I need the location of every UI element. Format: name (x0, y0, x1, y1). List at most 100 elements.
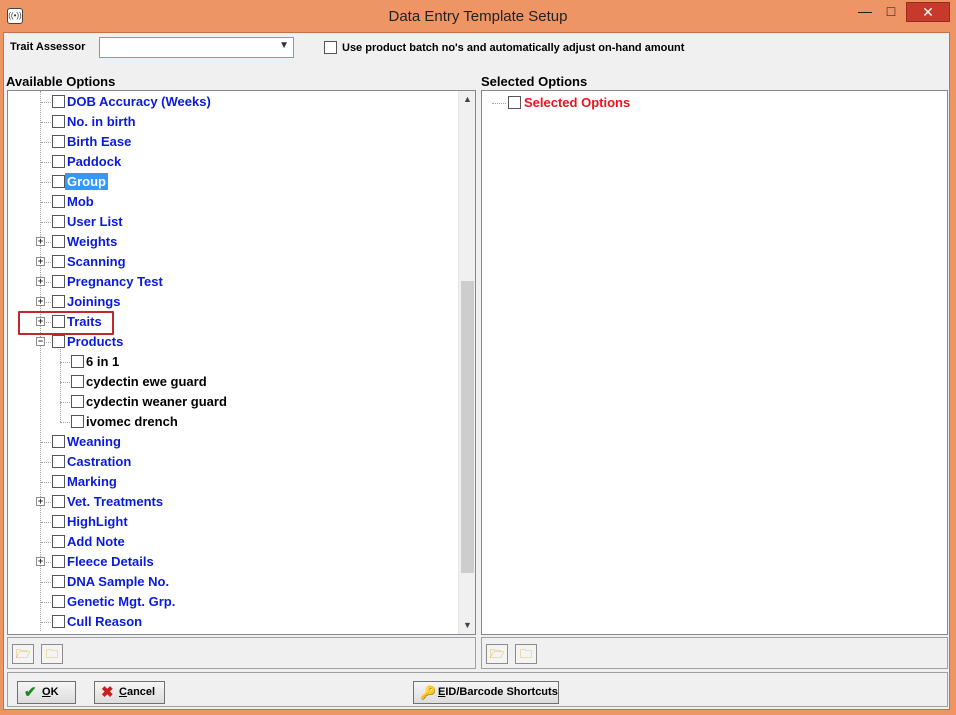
tree-item-checkbox[interactable] (52, 435, 65, 448)
tree-item-label: Genetic Mgt. Grp. (67, 594, 176, 609)
tree-child-item[interactable]: cydectin weaner guard (8, 392, 448, 412)
tree-item-checkbox[interactable] (71, 375, 84, 388)
ok-button[interactable]: ✔ OK (17, 681, 76, 704)
tree-child-item[interactable]: cydectin ewe guard (8, 372, 448, 392)
tree-item[interactable]: Add Note (8, 532, 448, 552)
tree-item-checkbox[interactable] (52, 475, 65, 488)
tree-item-checkbox[interactable] (52, 275, 65, 288)
tree-item[interactable]: User List (8, 212, 448, 232)
batch-checkbox[interactable] (324, 41, 337, 54)
folder-icon[interactable]: 🗀 (515, 644, 537, 664)
tree-item-checkbox[interactable] (52, 515, 65, 528)
scroll-thumb[interactable] (461, 281, 474, 573)
chevron-down-icon[interactable]: ▼ (279, 40, 289, 51)
tree-item[interactable]: Group (8, 172, 448, 192)
tree-item-checkbox[interactable] (52, 595, 65, 608)
tree-item[interactable]: Marking (8, 472, 448, 492)
maximize-button[interactable]: □ (878, 2, 904, 22)
tree-item-label: Weaning (67, 434, 121, 449)
selected-options-tree[interactable]: Selected Options (481, 90, 948, 635)
tree-item-checkbox[interactable] (52, 255, 65, 268)
eid-rest: ID/Barcode Shortcuts (445, 686, 558, 698)
tree-item-checkbox[interactable] (52, 155, 65, 168)
tree-item-label: Paddock (67, 154, 122, 169)
open-folder-icon[interactable]: 🗁 (486, 644, 508, 664)
tree-child-item[interactable]: 6 in 1 (8, 352, 448, 372)
open-folder-icon[interactable]: 🗁 (12, 644, 34, 664)
tree-item-checkbox[interactable] (71, 395, 84, 408)
button-bar: ✔ OK ✖ Cancel 🔑 EID/Barcode Shortcuts (7, 672, 948, 707)
tree-item-label: Marking (67, 474, 117, 489)
expand-icon[interactable]: + (36, 497, 45, 506)
tree-item[interactable]: Castration (8, 452, 448, 472)
scroll-up-icon[interactable]: ▲ (459, 91, 475, 108)
expand-icon[interactable]: + (36, 277, 45, 286)
right-toolbar: 🗁 🗀 (481, 637, 948, 669)
tree-item-checkbox[interactable] (52, 295, 65, 308)
tree-item-checkbox[interactable] (52, 555, 65, 568)
tree-item-checkbox[interactable] (52, 195, 65, 208)
cancel-button[interactable]: ✖ Cancel (94, 681, 165, 704)
tree-item-checkbox[interactable] (52, 115, 65, 128)
tree-item-label: DNA Sample No. (67, 574, 170, 589)
tree-item-checkbox[interactable] (52, 95, 65, 108)
trait-assessor-label: Trait Assessor (10, 41, 86, 53)
tree-item-label: Pregnancy Test (67, 274, 163, 289)
tree-item-checkbox[interactable] (52, 215, 65, 228)
tree-item-checkbox[interactable] (52, 455, 65, 468)
tree-item-checkbox[interactable] (52, 175, 65, 188)
scroll-down-icon[interactable]: ▼ (459, 617, 475, 634)
tree-item[interactable]: Genetic Mgt. Grp. (8, 592, 448, 612)
selected-options-heading: Selected Options (481, 74, 588, 89)
tree-item[interactable]: DOB Accuracy (Weeks) (8, 92, 448, 112)
tree-child-item[interactable]: ivomec drench (8, 412, 448, 432)
tree-item-checkbox[interactable] (52, 235, 65, 248)
tree-item[interactable]: + Fleece Details (8, 552, 448, 572)
tree-item[interactable]: + Scanning (8, 252, 448, 272)
vertical-scrollbar[interactable]: ▲ ▼ (458, 91, 475, 634)
close-button[interactable]: ✕ (906, 2, 950, 22)
tree-item[interactable]: − Products (8, 332, 448, 352)
tree-item-checkbox[interactable] (52, 495, 65, 508)
collapse-icon[interactable]: − (36, 337, 45, 346)
tree-item-checkbox[interactable] (71, 355, 84, 368)
tree-item-label: Birth Ease (67, 134, 132, 149)
available-options-tree[interactable]: DOB Accuracy (Weeks) No. in birth Birth Ea… (7, 90, 476, 635)
tree-item[interactable]: + Weights (8, 232, 448, 252)
tree-item[interactable]: Cull Reason (8, 612, 448, 632)
expand-icon[interactable]: + (36, 297, 45, 306)
folder-icon[interactable]: 🗀 (41, 644, 63, 664)
tree-item[interactable]: Paddock (8, 152, 448, 172)
tree-item-checkbox[interactable] (52, 535, 65, 548)
ok-underlined: O (42, 686, 51, 698)
tree-item[interactable]: + Vet. Treatments (8, 492, 448, 512)
tree-item-label: Cull Reason (67, 614, 143, 629)
tree-item-label: User List (67, 214, 123, 229)
tree-item-label: Joinings (67, 294, 121, 309)
tree-item-checkbox[interactable] (71, 415, 84, 428)
tree-item-checkbox[interactable] (52, 575, 65, 588)
expand-icon[interactable]: + (36, 557, 45, 566)
tree-item[interactable]: Mob (8, 192, 448, 212)
cancel-rest: ancel (126, 686, 156, 698)
tree-connector (492, 103, 506, 104)
trait-assessor-combo[interactable]: ▼ (99, 37, 294, 58)
tree-item[interactable]: DNA Sample No. (8, 572, 448, 592)
key-icon: 🔑 (420, 685, 437, 700)
tree-item[interactable]: + Joinings (8, 292, 448, 312)
tree-item-checkbox[interactable] (52, 135, 65, 148)
tree-item[interactable]: + Pregnancy Test (8, 272, 448, 292)
expand-icon[interactable]: + (36, 257, 45, 266)
minimize-button[interactable]: — (852, 2, 878, 22)
eid-barcode-shortcuts-button[interactable]: 🔑 EID/Barcode Shortcuts (413, 681, 559, 704)
tree-item-checkbox[interactable] (52, 615, 65, 628)
tree-item[interactable]: Birth Ease (8, 132, 448, 152)
selected-root-label: Selected Options (524, 95, 631, 110)
selected-root-checkbox[interactable] (508, 96, 521, 109)
tree-item-checkbox[interactable] (52, 335, 65, 348)
expand-icon[interactable]: + (36, 237, 45, 246)
tree-item[interactable]: No. in birth (8, 112, 448, 132)
tree-item[interactable]: HighLight (8, 512, 448, 532)
tree-item[interactable]: Weaning (8, 432, 448, 452)
batch-checkbox-label: Use product batch no's and automatically… (342, 42, 685, 54)
